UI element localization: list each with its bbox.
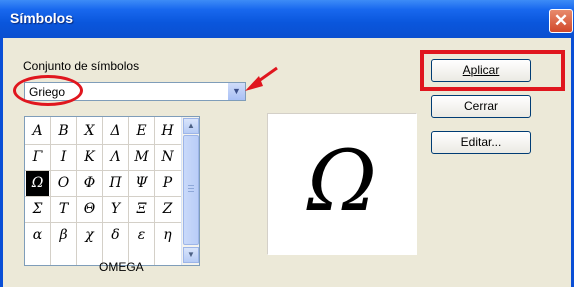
symbol-cell[interactable]: δ [104, 223, 127, 248]
symbol-cell[interactable]: Φ [78, 171, 101, 196]
dialog-title: Símbolos [10, 10, 74, 26]
dialog-body: Conjunto de símbolos Griego ▼ ▲ ▼ ABXΔEH… [3, 38, 571, 287]
symbol-preview: Ω [267, 113, 417, 255]
annotation-arrow-icon [245, 66, 278, 91]
symbol-cell[interactable]: I [52, 145, 75, 170]
symbol-cell[interactable]: Λ [104, 145, 127, 170]
scroll-up-icon[interactable]: ▲ [183, 118, 199, 134]
symbol-cell[interactable]: Θ [78, 197, 101, 222]
edit-button[interactable]: Editar... [431, 131, 531, 154]
symbol-cell[interactable]: Δ [104, 119, 127, 144]
symbol-cell[interactable]: β [52, 223, 75, 248]
symbol-cell[interactable]: Z [156, 197, 179, 222]
symbol-cell[interactable]: α [26, 223, 49, 248]
symbol-cell[interactable]: E [130, 119, 153, 144]
symbol-grid[interactable]: ▲ ▼ ABXΔEH ΓIKΛMN ΩOΦΠΨP ΣTΘYΞZαβχδεη [24, 116, 200, 266]
symbols-dialog: Símbolos ✕ Conjunto de símbolos Griego ▼… [0, 0, 574, 287]
symbol-cell[interactable]: M [130, 145, 153, 170]
close-button-label: Cerrar [463, 99, 498, 113]
title-bar[interactable]: Símbolos ✕ [0, 0, 574, 38]
symbol-cell[interactable]: X [78, 119, 101, 144]
symbol-cell[interactable]: O [52, 171, 75, 196]
symbol-cell[interactable]: Π [104, 171, 127, 196]
scroll-down-icon[interactable]: ▼ [183, 247, 199, 263]
symbol-cell[interactable]: Y [104, 197, 127, 222]
symbol-cell[interactable]: N [156, 145, 179, 170]
symbol-cell[interactable]: Ψ [130, 171, 153, 196]
symbol-cell[interactable]: B [52, 119, 75, 144]
symbol-cell[interactable]: η [156, 223, 179, 248]
symbol-cell[interactable]: Σ [26, 197, 49, 222]
symbol-cell[interactable]: A [26, 119, 49, 144]
close-button[interactable]: Cerrar [431, 95, 531, 118]
symbol-cell[interactable]: Γ [26, 145, 49, 170]
grid-scrollbar[interactable]: ▲ ▼ [181, 117, 199, 265]
symbol-cell[interactable]: H [156, 119, 179, 144]
symbol-cell[interactable]: P [156, 171, 179, 196]
apply-button[interactable]: Aplicar [431, 59, 531, 82]
symbol-cell[interactable]: Ω [26, 171, 49, 196]
symbol-cell[interactable]: χ [78, 223, 101, 248]
edit-button-label: Editar... [460, 135, 502, 149]
preview-glyph: Ω [307, 132, 377, 230]
close-icon[interactable]: ✕ [549, 9, 573, 33]
symbol-cell[interactable]: T [52, 197, 75, 222]
selected-char-name: OMEGA [99, 260, 144, 274]
scroll-thumb[interactable] [183, 135, 199, 245]
symbol-cell[interactable]: K [78, 145, 101, 170]
symbol-cell[interactable]: ε [130, 223, 153, 248]
symbol-cell[interactable]: Ξ [130, 197, 153, 222]
apply-button-label: Aplicar [462, 63, 500, 77]
